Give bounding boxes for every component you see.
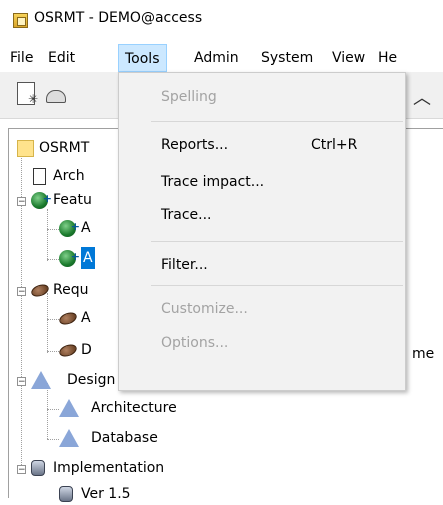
clipped-label-fragment: me [412,346,435,362]
tree-connector [47,209,48,261]
title-bar: OSRMT - DEMO@access [0,0,443,40]
window-title: OSRMT - DEMO@access [34,10,203,26]
menu-bar: File Edit Tools Admin System View He [0,44,443,72]
implementation-drum-icon [31,460,45,476]
menu-item-spelling: Spelling [161,89,217,105]
feature-globe-icon [59,246,80,268]
menu-separator [151,285,403,286]
menu-item-customize: Customize... [161,301,248,317]
collapse-toggle[interactable]: − [17,287,26,297]
tree-connector [47,383,48,439]
requirement-bean-icon [57,342,79,359]
tree-connector [47,439,59,440]
new-document-icon[interactable] [17,82,38,106]
menu-system[interactable]: System [261,48,313,68]
menu-separator [151,121,403,122]
menu-admin[interactable]: Admin [194,48,239,68]
design-tent-icon [59,429,79,447]
folder-icon [17,140,34,157]
menu-help[interactable]: He [378,48,397,68]
tools-dropdown-menu: Spelling Reports... Ctrl+R Trace impact.… [118,72,406,391]
feature-globe-icon [59,216,80,238]
menu-view[interactable]: View [332,48,365,68]
menu-separator [151,241,403,242]
menu-item-filter[interactable]: Filter... [119,253,405,277]
menu-file[interactable]: File [10,48,33,68]
requirement-bean-icon [57,310,79,327]
design-tent-icon [31,371,51,389]
menu-edit[interactable]: Edit [48,48,75,68]
menu-item-trace-impact[interactable]: Trace impact... [119,170,405,194]
open-icon[interactable] [46,90,66,103]
tree-connector [47,293,48,353]
menu-tools[interactable]: Tools [118,44,167,72]
tree-connector [47,229,59,230]
shortcut-label: Ctrl+R [311,137,358,153]
document-icon [33,168,46,185]
app-icon [13,13,28,28]
tree-connector [47,319,59,320]
collapse-toggle[interactable]: − [17,465,26,475]
feature-globe-icon [31,188,52,210]
design-tent-icon [59,399,79,417]
tree-connector [47,351,59,352]
collapse-toggle[interactable]: − [17,197,26,207]
collapse-toggle[interactable]: − [17,377,26,387]
menu-item-options: Options... [161,335,229,351]
implementation-drum-icon [59,486,73,502]
menu-item-trace[interactable]: Trace... [119,203,405,227]
menu-item-reports[interactable]: Reports... Ctrl+R [119,133,405,157]
tree-connector [47,259,59,260]
chevron-up-icon[interactable]: ︿ [413,84,431,110]
tree-connector [47,409,59,410]
